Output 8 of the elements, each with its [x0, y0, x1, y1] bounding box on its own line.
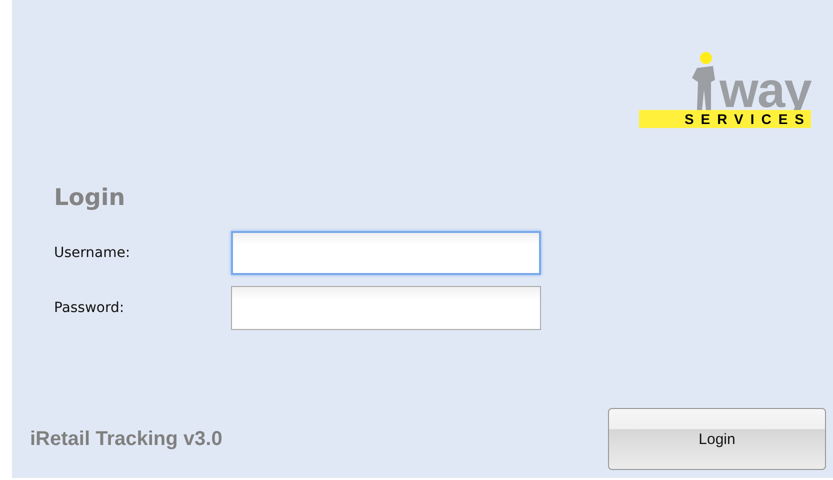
login-heading: Login: [54, 184, 126, 213]
login-button[interactable]: Login: [608, 408, 826, 470]
logo-tagline: SERVICES: [639, 110, 811, 128]
field-label: Username:: [54, 245, 132, 261]
input-field[interactable]: [231, 286, 541, 330]
field-label: Password:: [54, 300, 126, 316]
input-field[interactable]: [231, 231, 541, 275]
app-name: iRetail Tracking v3.0: [30, 428, 222, 450]
